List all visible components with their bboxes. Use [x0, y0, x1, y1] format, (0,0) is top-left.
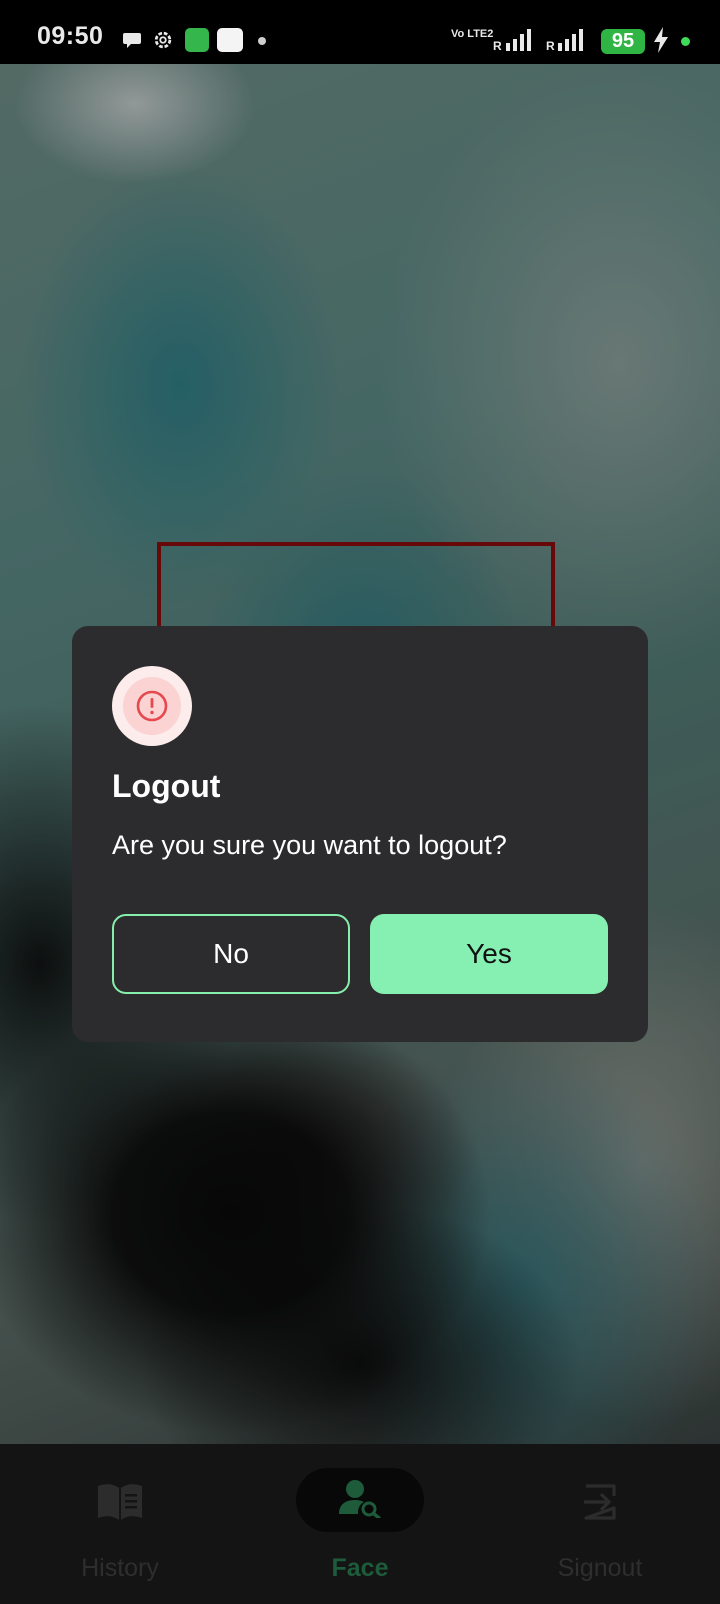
bottom-navigation: History Face Signout: [0, 1444, 720, 1604]
status-bar: 09:50 Vo LTE2 R R 95: [0, 0, 720, 64]
nav-item-signout[interactable]: Signout: [480, 1444, 720, 1604]
roaming-indicator: R: [493, 39, 502, 53]
no-button[interactable]: No: [112, 914, 350, 994]
signal-icon: [506, 29, 531, 51]
dialog-title: Logout: [112, 768, 221, 804]
dialog-message: Are you sure you want to logout?: [112, 830, 507, 860]
signout-icon: [584, 1484, 616, 1520]
book-icon: [98, 1484, 142, 1520]
notification-dot: [258, 37, 266, 45]
app-icon: [185, 28, 209, 52]
logout-dialog: Logout Are you sure you want to logout? …: [72, 626, 648, 1042]
roaming-indicator: R: [546, 39, 555, 53]
nav-item-history[interactable]: History: [0, 1444, 240, 1604]
charging-bolt-icon: [654, 27, 668, 53]
privacy-indicator-dot: [681, 37, 690, 46]
face-search-icon: [339, 1480, 381, 1518]
alert-icon: [136, 690, 168, 722]
gear-icon: [154, 31, 172, 49]
alert-icon-badge: [112, 666, 192, 746]
nav-item-face[interactable]: Face: [240, 1444, 480, 1604]
nav-label-face: Face: [331, 1554, 389, 1582]
app-icon: [217, 28, 243, 52]
network-label: Vo LTE2: [451, 28, 494, 40]
battery-indicator: 95: [601, 29, 645, 54]
status-time: 09:50: [37, 22, 104, 50]
chat-icon: [123, 33, 141, 48]
nav-label-history: History: [81, 1554, 159, 1582]
signal-icon: [558, 29, 583, 51]
yes-button[interactable]: Yes: [370, 914, 608, 994]
nav-label-signout: Signout: [557, 1554, 643, 1582]
